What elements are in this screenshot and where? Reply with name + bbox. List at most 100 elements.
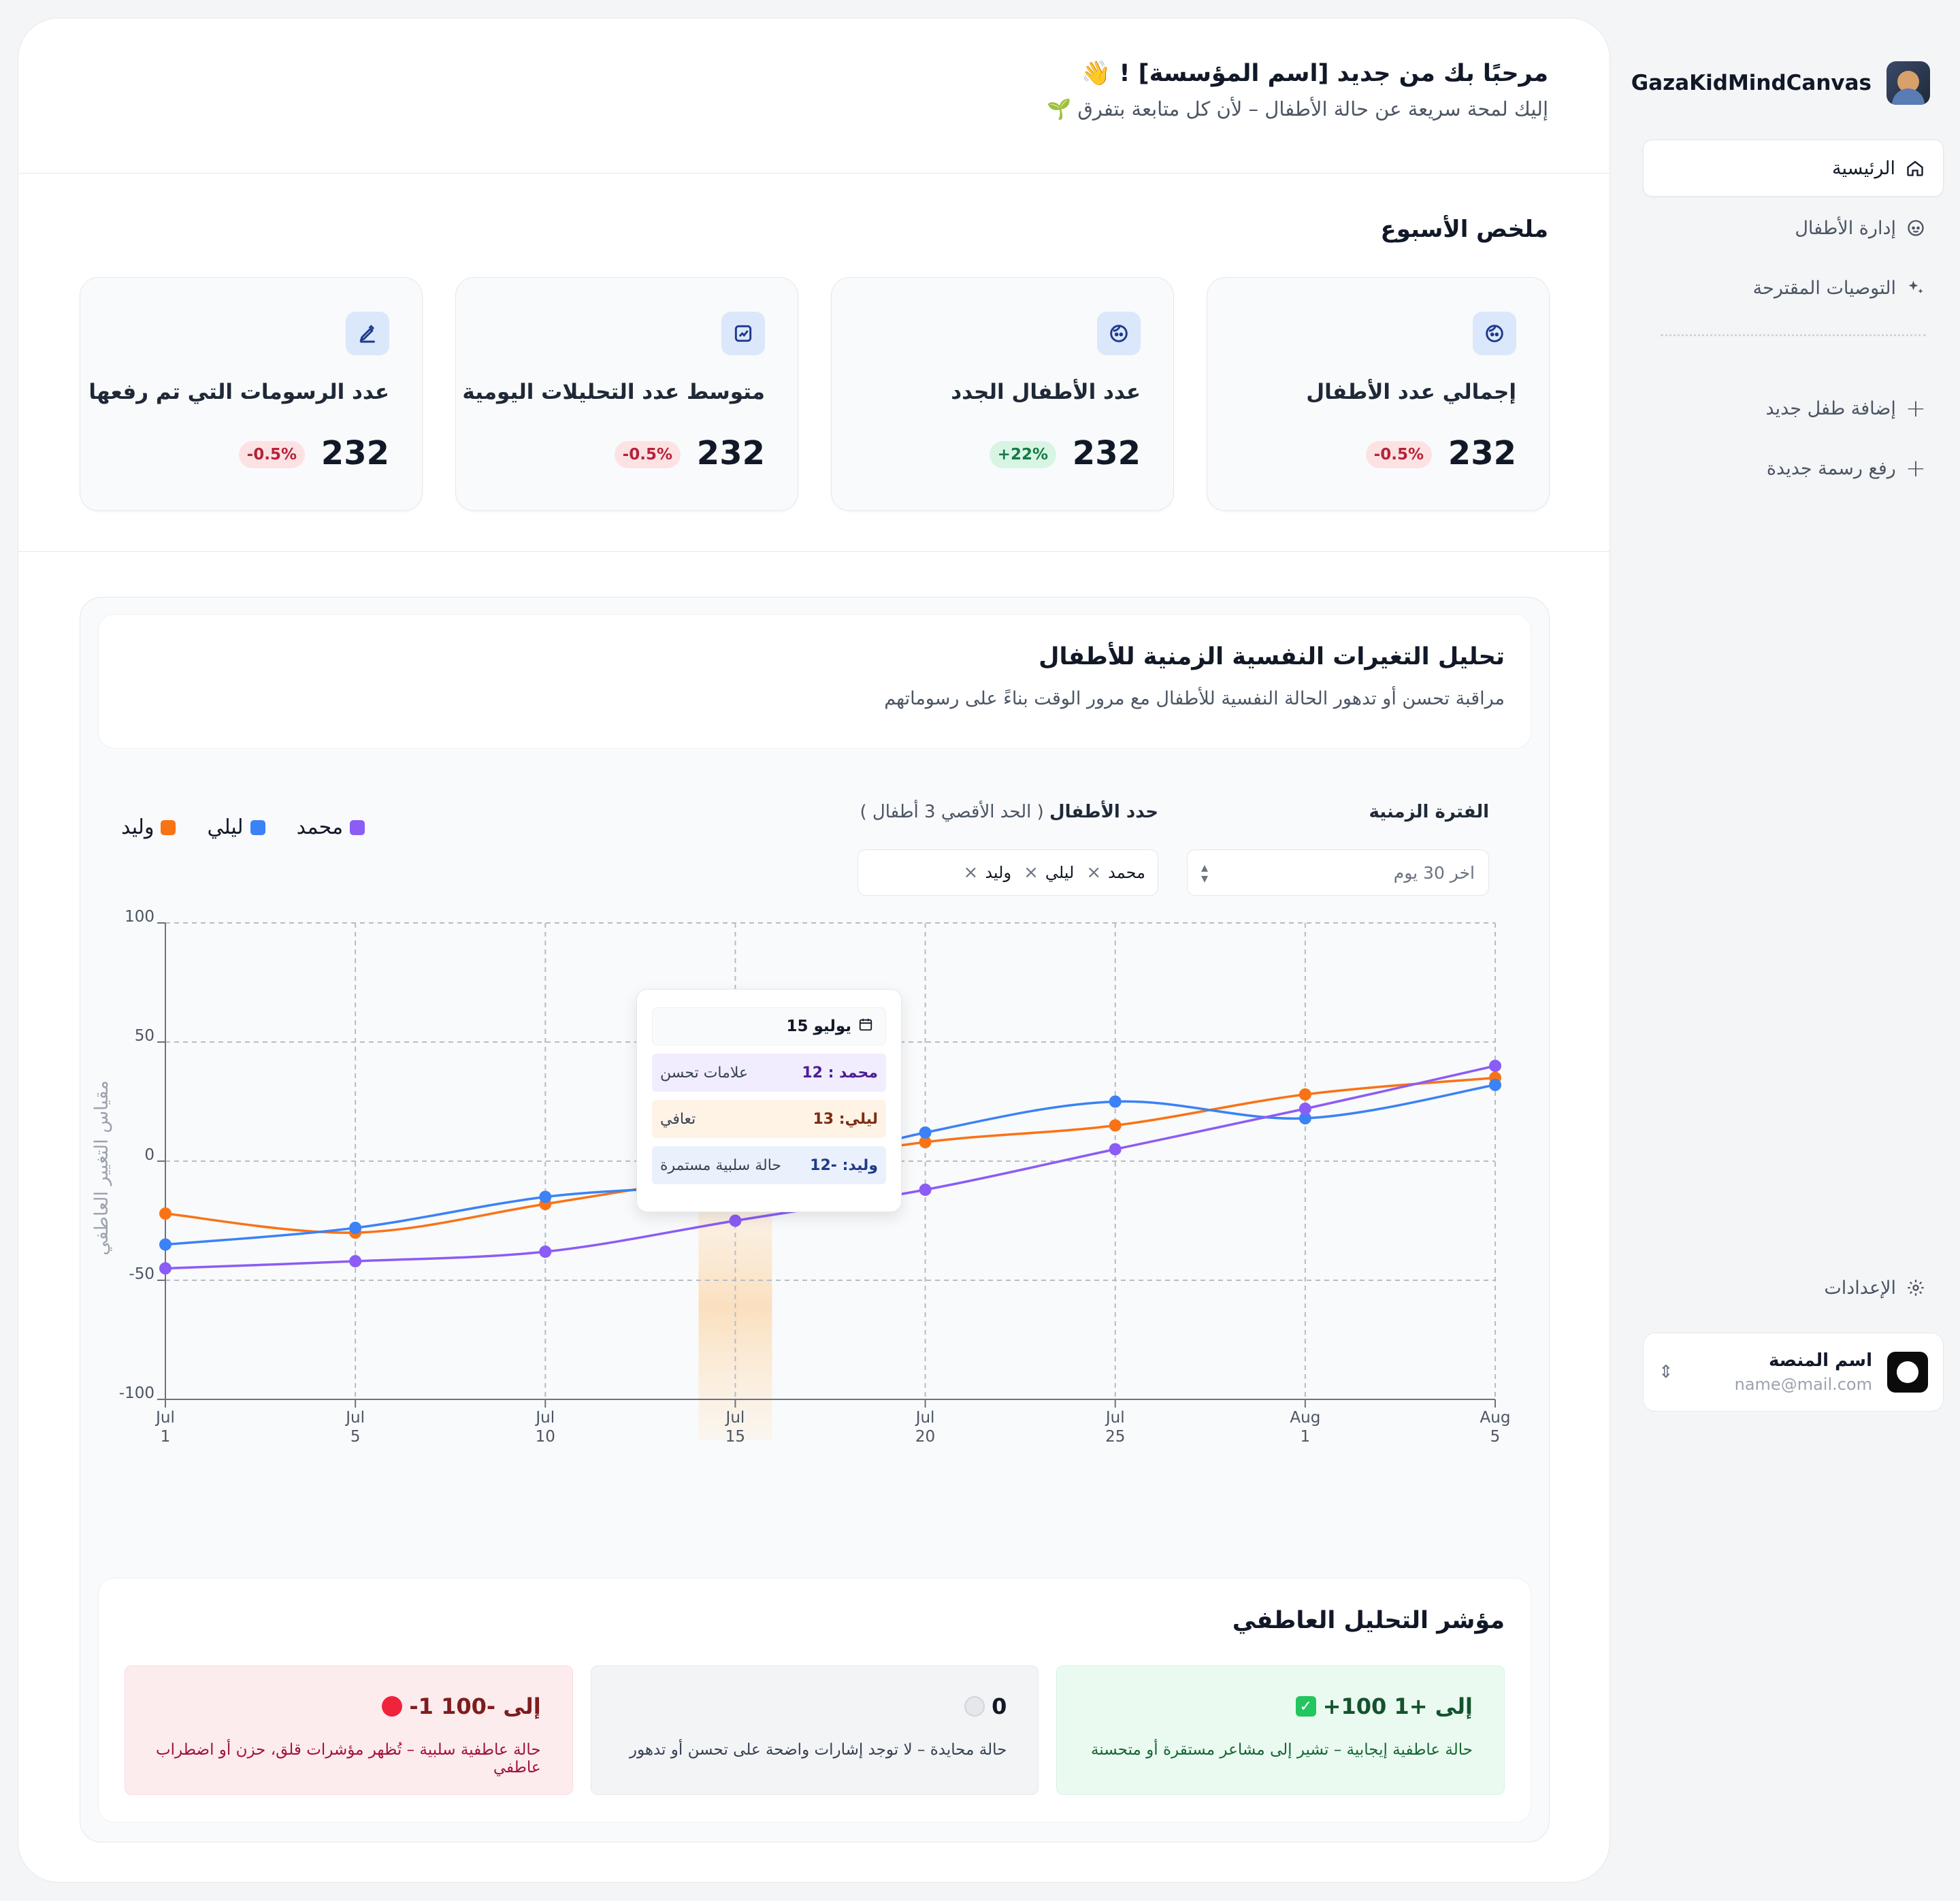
calendar-icon: [858, 1017, 873, 1036]
red-circle-icon: [382, 1696, 403, 1717]
user-menu[interactable]: اسم المنصة name@mail.com ⇕: [1643, 1333, 1944, 1412]
stat-value: 232: [1448, 434, 1516, 472]
tooltip-value: وليد: -12: [810, 1156, 878, 1174]
sidebar-item-settings[interactable]: الإعدادات: [1643, 1259, 1944, 1316]
sidebar-item-children[interactable]: إدارة الأطفال: [1643, 199, 1944, 257]
change-badge: +22%: [989, 441, 1056, 468]
gear-icon: [1906, 1278, 1926, 1298]
chart-header: تحليل التغيرات النفسية الزمنية للأطفال م…: [98, 614, 1531, 749]
chart-title: تحليل التغيرات النفسية الزمنية للأطفال: [1039, 643, 1505, 670]
indicator-desc: حالة عاطفية سلبية – تُظهر مؤشرات قلق، حز…: [155, 1741, 541, 1776]
data-point: [1489, 1079, 1501, 1091]
x-tick-label: Jul: [915, 1409, 935, 1427]
data-point: [539, 1190, 552, 1203]
close-icon[interactable]: ×: [1086, 862, 1101, 883]
plus-icon: +: [1905, 394, 1926, 423]
legend-swatch: [250, 819, 265, 835]
emotional-chart-section: تحليل التغيرات النفسية الزمنية للأطفال م…: [80, 597, 1550, 1842]
child-face-icon: [1097, 312, 1141, 355]
close-icon[interactable]: ×: [1024, 862, 1039, 883]
brand[interactable]: GazaKidMindCanvas: [1631, 61, 1930, 105]
section-divider: [18, 551, 1610, 552]
add-child-button[interactable]: + إضافة طفل جديد: [1643, 380, 1944, 437]
close-icon[interactable]: ×: [964, 862, 979, 883]
chart-legend: محمد ليلي وليد: [121, 815, 365, 839]
white-circle-icon: [964, 1696, 985, 1717]
user-info: اسم المنصة name@mail.com: [1688, 1350, 1872, 1394]
legend-label: ليلي: [207, 815, 244, 839]
child-face-icon: [1906, 218, 1926, 238]
stat-card-new-children: عدد الأطفال الجدد 232 +22%: [831, 277, 1174, 511]
x-tick-label: Jul: [725, 1409, 745, 1427]
y-tick-label: 50: [135, 1027, 154, 1045]
x-tick-label: 5: [1490, 1428, 1501, 1446]
stat-card-total-children: إجمالي عدد الأطفال 232 -0.5%: [1207, 277, 1550, 511]
y-tick-label: 0: [144, 1146, 154, 1164]
nav-divider: [1661, 334, 1926, 336]
kids-label-text: حدد الأطفال: [1049, 802, 1158, 822]
chart-subtitle: مراقبة تحسن أو تدهور الحالة النفسية للأط…: [884, 688, 1505, 709]
check-icon: ✓: [1295, 1696, 1316, 1717]
indicator-range-text: 0: [992, 1693, 1007, 1719]
x-tick-label: Jul: [534, 1409, 555, 1427]
indicator-neutral: 0 حالة محايدة – لا توجد إشارات واضحة على…: [590, 1666, 1039, 1795]
kid-chip-label: ليلي: [1045, 863, 1075, 882]
upload-drawing-button[interactable]: + رفع رسمة جديدة: [1643, 440, 1944, 497]
indicator-positive: +100 إلى +1 ✓ حالة عاطفية إيجابية – تشير…: [1056, 1666, 1505, 1795]
x-tick-label: 15: [725, 1428, 745, 1446]
child-face-icon: [1473, 312, 1516, 355]
welcome-subtitle: إليك لمحة سريعة عن حالة الأطفال – لأن كل…: [1047, 97, 1548, 120]
data-point: [159, 1207, 172, 1220]
tooltip-date-text: 15 يوليو: [786, 1018, 851, 1035]
change-badge: -0.5%: [238, 441, 305, 468]
main-panel: مرحبًا بك من جديد [اسم المؤسسة] ! 👋 إليك…: [18, 18, 1610, 1883]
period-select[interactable]: اخر 30 يوم ▴ ▾: [1187, 849, 1489, 896]
data-point: [349, 1222, 362, 1234]
data-point: [1298, 1103, 1311, 1115]
x-tick-label: Jul: [1105, 1409, 1125, 1427]
data-point: [349, 1255, 362, 1267]
change-badge: -0.5%: [1365, 441, 1432, 468]
kid-chip: وليد ×: [964, 862, 1012, 883]
page-header: مرحبًا بك من جديد [اسم المؤسسة] ! 👋 إليك…: [18, 18, 1610, 174]
legend-item[interactable]: وليد: [121, 815, 176, 839]
home-icon: [1905, 158, 1925, 178]
kid-chip-label: محمد: [1108, 863, 1145, 882]
chevron-updown-icon: ⇕: [1659, 1362, 1673, 1382]
sparkles-icon: [1906, 278, 1926, 298]
summary-cards: إجمالي عدد الأطفال 232 -0.5% عدد الأطفال…: [80, 277, 1550, 511]
stat-label: متوسط عدد التحليلات اليومية: [462, 380, 765, 404]
sidebar-item-label: الإعدادات: [1824, 1277, 1896, 1299]
data-point: [919, 1126, 932, 1139]
sidebar-item-label: الرئيسية: [1832, 157, 1895, 179]
sidebar-item-label: التوصيات المقترحة: [1752, 277, 1896, 299]
kid-chip: محمد ×: [1086, 862, 1145, 883]
indicator-range-text: -1 إلى -100: [409, 1693, 541, 1719]
legend-swatch: [350, 819, 365, 835]
kid-chip: ليلي ×: [1024, 862, 1074, 883]
y-axis-label: مقياس التغيير العاطفي: [91, 1080, 112, 1255]
legend-label: محمد: [296, 815, 344, 839]
period-label: الفترة الزمنية: [1369, 802, 1489, 822]
user-name: اسم المنصة: [1768, 1350, 1872, 1371]
data-point: [919, 1184, 932, 1196]
tooltip-value: محمد : 12: [802, 1064, 878, 1082]
chart-icon: [721, 312, 765, 355]
legend-item[interactable]: محمد: [297, 815, 365, 839]
period-select-value: اخر 30 يوم: [1393, 862, 1475, 883]
kids-multiselect[interactable]: محمد × ليلي × وليد ×: [858, 849, 1158, 896]
sidebar: GazaKidMindCanvas الرئيسية إدارة الأطفال…: [1627, 0, 1960, 1901]
chevron-updown-icon: ▴ ▾: [1201, 859, 1209, 886]
legend-item[interactable]: ليلي: [207, 815, 265, 839]
indicator-range: +100 إلى +1 ✓: [1295, 1693, 1473, 1719]
x-tick-label: 5: [350, 1428, 361, 1446]
data-point: [729, 1214, 742, 1227]
stat-card-daily-analyses: متوسط عدد التحليلات اليومية 232 -0.5%: [455, 277, 798, 511]
sidebar-item-label: إضافة طفل جديد: [1765, 397, 1896, 419]
sidebar-item-recommendations[interactable]: التوصيات المقترحة: [1643, 259, 1944, 316]
tooltip-row: محمد : 12 علامات تحسن: [652, 1054, 886, 1092]
kid-chip-label: وليد: [985, 863, 1012, 882]
x-tick-label: Aug: [1290, 1409, 1320, 1427]
sidebar-item-home[interactable]: الرئيسية: [1643, 140, 1944, 197]
indicator-cards: +100 إلى +1 ✓ حالة عاطفية إيجابية – تشير…: [124, 1666, 1505, 1795]
